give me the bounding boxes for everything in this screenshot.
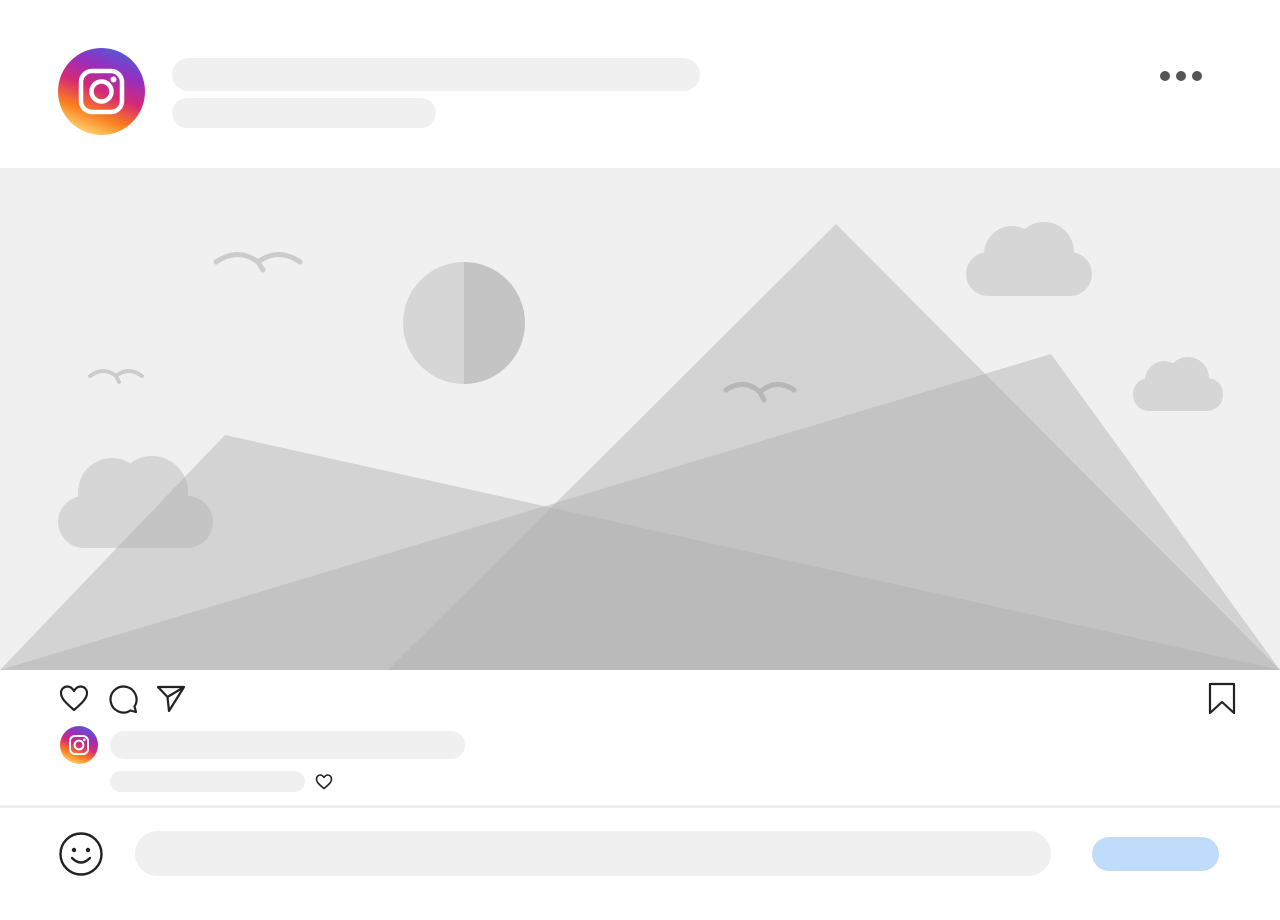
- cloud-icon: [1133, 357, 1223, 411]
- image-placeholder-icon: [0, 222, 1280, 670]
- comment-bubble-icon: [109, 685, 138, 714]
- comment-button[interactable]: [106, 682, 139, 715]
- cloud-icon: [966, 222, 1092, 296]
- sun-left-half: [403, 262, 464, 384]
- author-subtitle-placeholder: [172, 98, 436, 128]
- post-image[interactable]: [0, 168, 1280, 670]
- emoji-button[interactable]: [58, 831, 104, 877]
- comment-divider: [0, 805, 1280, 808]
- sun-right-half: [464, 262, 525, 384]
- caption-text-placeholder: [110, 731, 465, 759]
- instagram-logo-icon: [60, 726, 98, 764]
- share-button[interactable]: [155, 683, 187, 715]
- heart-icon: [59, 685, 89, 712]
- like-button[interactable]: [58, 682, 90, 714]
- caption-avatar[interactable]: [60, 726, 98, 764]
- instagram-logo-icon: [58, 48, 145, 135]
- more-horizontal-icon: [1160, 71, 1202, 81]
- small-heart-icon: [315, 774, 333, 790]
- likes-count-placeholder: [110, 771, 305, 792]
- bird-icon: [213, 252, 303, 273]
- bookmark-icon: [1208, 682, 1236, 715]
- save-button[interactable]: [1206, 682, 1238, 716]
- post-comment-button[interactable]: [1092, 837, 1219, 871]
- author-avatar[interactable]: [58, 48, 145, 135]
- bird-icon: [88, 369, 144, 384]
- comment-input[interactable]: [135, 831, 1051, 876]
- caption-like-button[interactable]: [315, 773, 333, 790]
- instagram-post-mockup: [0, 0, 1280, 920]
- author-name-placeholder[interactable]: [172, 58, 700, 91]
- smiley-face-icon: [59, 832, 103, 876]
- more-options-button[interactable]: [1152, 58, 1210, 94]
- paper-plane-icon: [156, 685, 186, 713]
